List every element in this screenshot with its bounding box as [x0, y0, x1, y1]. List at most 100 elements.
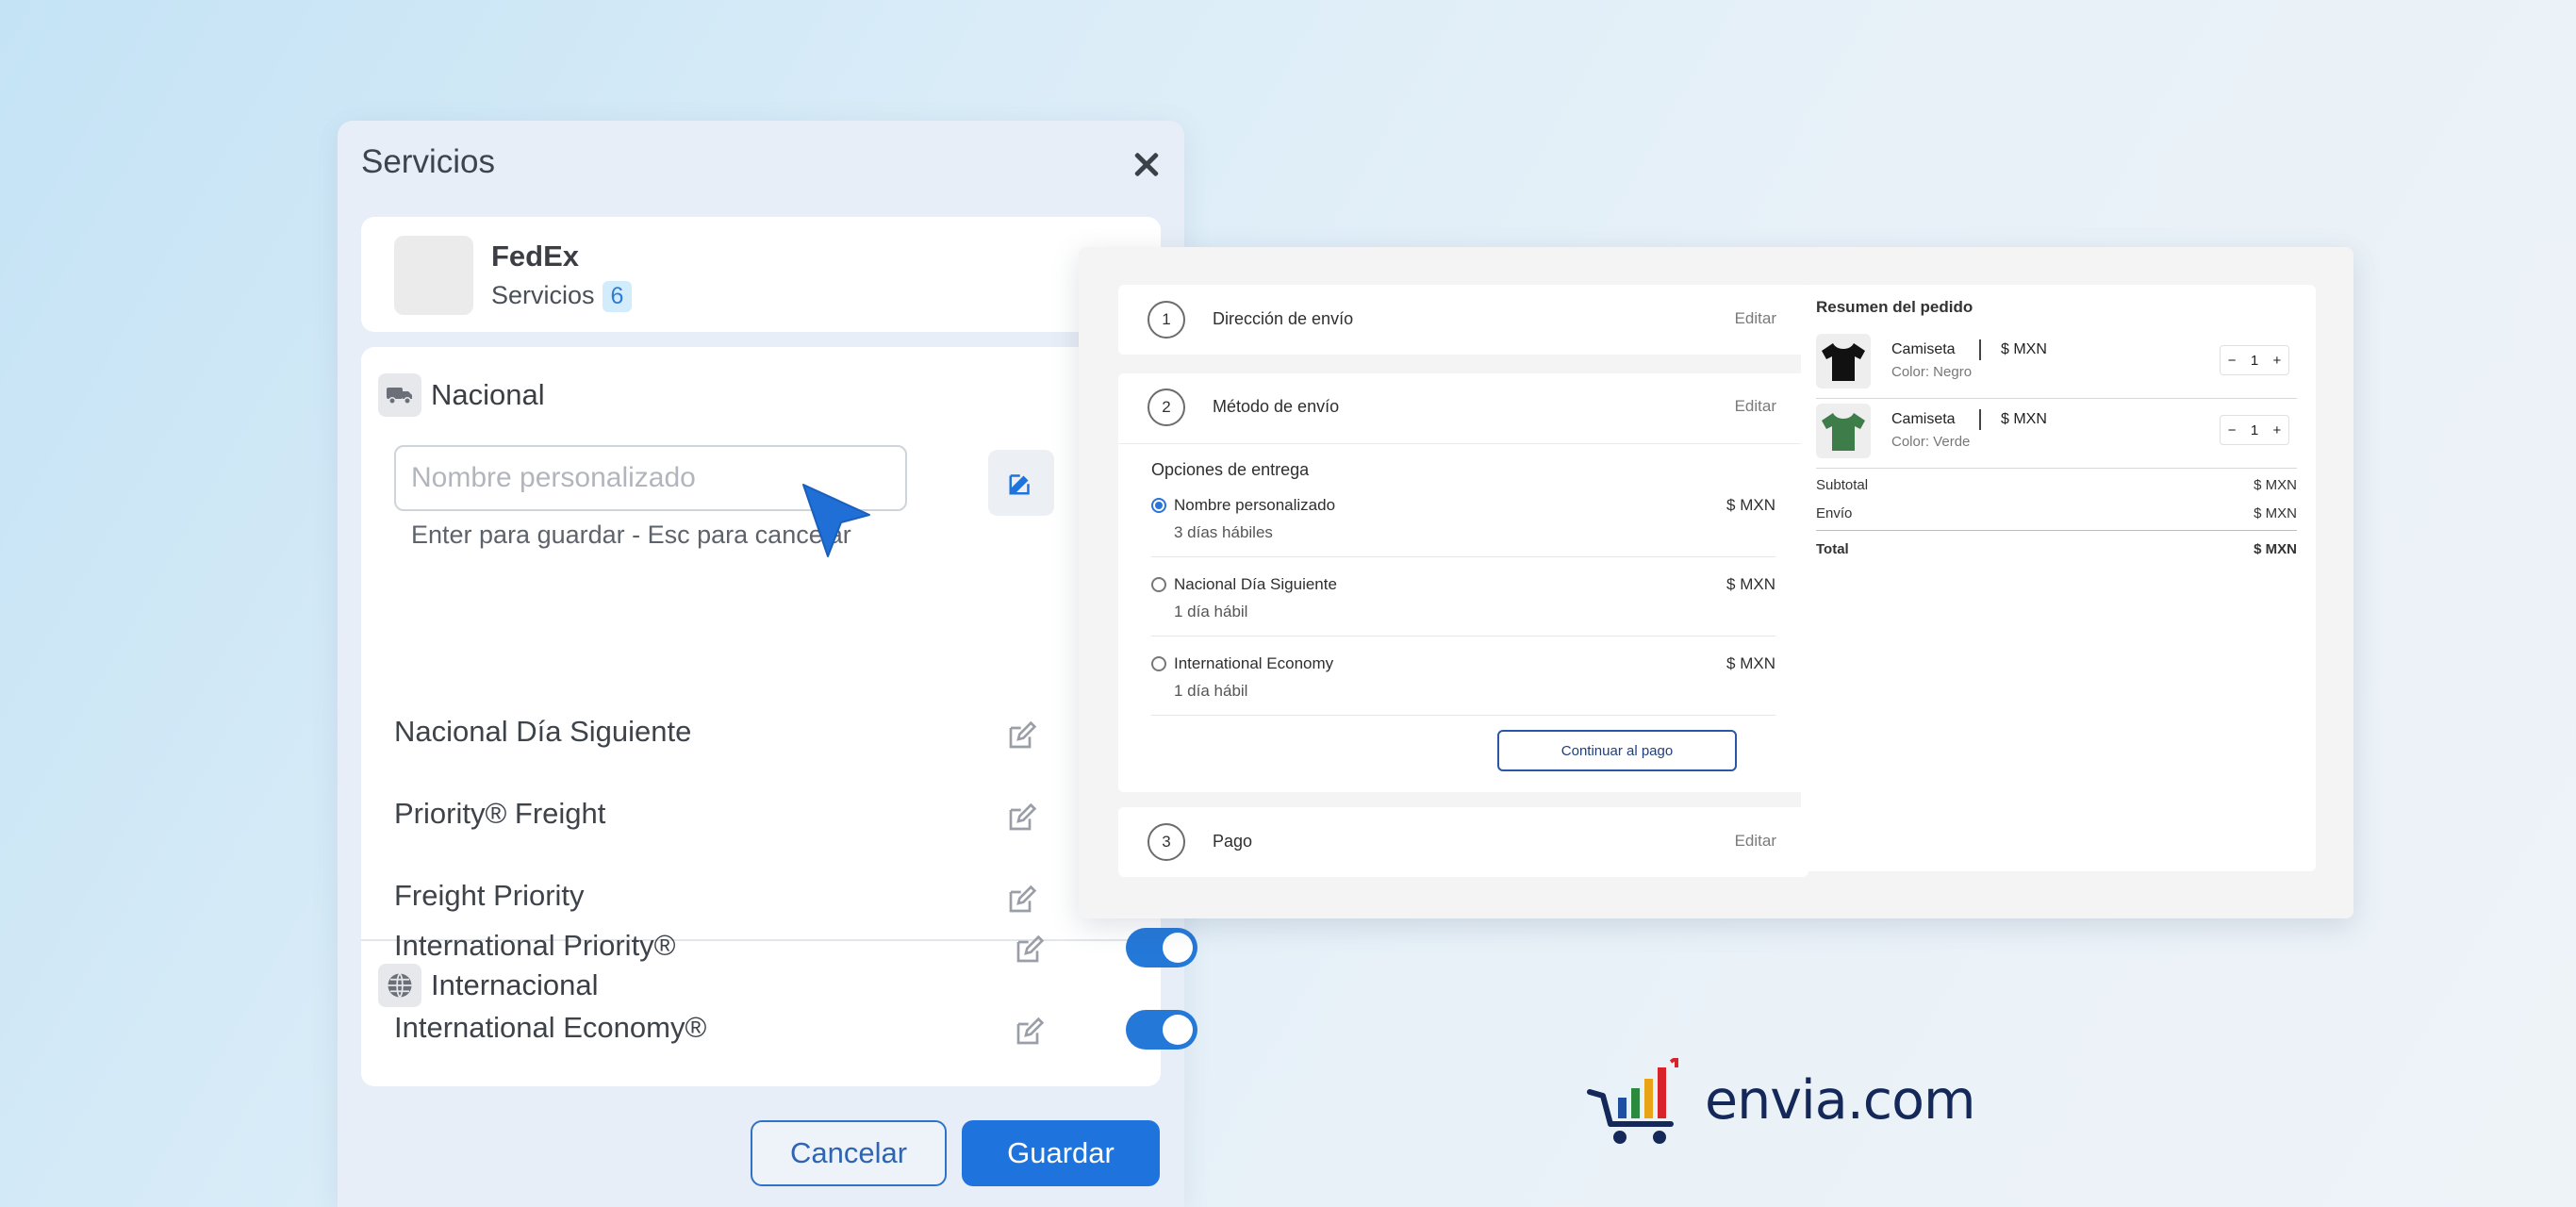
order-summary: Resumen del pedido Camiseta $ MXN Color:… [1801, 285, 2316, 871]
truck-icon [378, 373, 421, 417]
service-row-priority-freight: Priority® Freight [394, 787, 1164, 844]
step-title: Método de envío [1213, 397, 1340, 416]
service-row-freight-priority: Freight Priority [394, 869, 1164, 926]
step-edit-link[interactable]: Editar [1735, 397, 1776, 416]
service-row-nacional-dia-siguiente: Nacional Día Siguiente [394, 705, 1164, 762]
edit-icon [1009, 474, 1030, 495]
item-price: $ MXN [2001, 341, 2047, 357]
step-edit-link[interactable]: Editar [1735, 309, 1776, 328]
input-hint: Enter para guardar - Esc para cancelar [411, 521, 851, 549]
summary-item: Camiseta $ MXN Color: Verde − 1 + [1816, 404, 2301, 462]
service-toggle[interactable] [1126, 1010, 1197, 1050]
pointer-cursor-icon [802, 484, 870, 557]
services-count-badge: 6 [602, 281, 633, 312]
service-name: Nacional Día Siguiente [394, 715, 692, 748]
step-number: 2 [1148, 389, 1185, 426]
item-separator [1979, 409, 1981, 430]
step-edit-link[interactable]: Editar [1735, 832, 1776, 851]
shipping-value: $ MXN [2254, 505, 2297, 521]
section-label-nacional: Nacional [431, 378, 545, 411]
carrier-logo [394, 236, 473, 315]
option-name: International Economy [1174, 654, 1334, 672]
service-name: International Economy® [394, 1011, 707, 1044]
item-color: Color: Negro [1891, 364, 1973, 380]
radio[interactable] [1151, 577, 1166, 592]
carrier-card: FedEx Servicios 6 [361, 217, 1164, 332]
item-price: $ MXN [2001, 411, 2047, 427]
total-label: Total [1816, 541, 1849, 557]
carrier-name: FedEx [491, 240, 580, 273]
plus-icon[interactable]: + [2273, 422, 2282, 438]
summary-divider [1816, 530, 2297, 531]
edit-icon[interactable] [1007, 802, 1037, 833]
section-nacional: Nacional [378, 373, 545, 417]
plus-icon[interactable]: + [2273, 353, 2282, 369]
item-name: Camiseta [1891, 411, 1956, 427]
summary-item: Camiseta $ MXN Color: Negro − 1 + [1816, 334, 2301, 392]
step-title: Pago [1213, 832, 1253, 851]
edit-icon[interactable] [1015, 934, 1045, 965]
brand-name: envia.com [1705, 1069, 1976, 1132]
option-divider [1151, 715, 1775, 716]
subtotal-row: Subtotal $ MXN [1816, 477, 2297, 493]
total-row: Total $ MXN [1816, 541, 2297, 557]
close-icon[interactable] [1128, 145, 1165, 183]
radio[interactable] [1151, 656, 1166, 671]
option-price: $ MXN [1726, 654, 1775, 672]
continue-to-payment-button[interactable]: Continuar al pago [1497, 730, 1737, 771]
step-divider [1118, 443, 1808, 444]
step-payment: 3 Pago Editar [1118, 807, 1808, 877]
edit-icon[interactable] [1007, 720, 1037, 751]
item-name: Camiseta [1891, 341, 1956, 357]
minus-icon[interactable]: − [2228, 422, 2237, 438]
carrier-services-label: Servicios [491, 281, 595, 309]
option-name: Nacional Día Siguiente [1174, 575, 1337, 593]
quantity-stepper[interactable]: − 1 + [2220, 415, 2289, 445]
quantity-stepper[interactable]: − 1 + [2220, 345, 2289, 375]
option-divider [1151, 636, 1775, 637]
service-row-international-priority: International Priority® [394, 919, 1197, 976]
service-name: Freight Priority [394, 879, 585, 912]
edit-icon[interactable] [1007, 885, 1037, 915]
subtotal-value: $ MXN [2254, 477, 2297, 493]
step-title: Dirección de envío [1213, 309, 1354, 328]
option-price: $ MXN [1726, 496, 1775, 514]
option-days: 3 días hábiles [1174, 523, 1273, 541]
edit-active-button[interactable] [988, 450, 1054, 516]
item-color: Color: Verde [1891, 434, 1971, 450]
summary-divider [1816, 468, 2297, 469]
delivery-options-heading: Opciones de entrega [1151, 460, 1310, 479]
shipping-row: Envío $ MXN [1816, 505, 2297, 521]
subtotal-label: Subtotal [1816, 477, 1869, 493]
carrier-services: Servicios 6 [491, 281, 633, 312]
service-name: Priority® Freight [394, 797, 606, 830]
summary-divider [1816, 398, 2297, 399]
tshirt-thumbnail [1816, 334, 1871, 389]
modal-title: Servicios [361, 143, 495, 180]
option-price: $ MXN [1726, 575, 1775, 593]
option-days: 1 día hábil [1174, 603, 1248, 620]
order-summary-title: Resumen del pedido [1816, 298, 1973, 316]
service-name: International Priority® [394, 929, 676, 962]
step-number: 1 [1148, 301, 1185, 339]
envia-logo: envia.com [1586, 1054, 1976, 1152]
save-button[interactable]: Guardar [962, 1120, 1160, 1186]
tshirt-thumbnail [1816, 404, 1871, 458]
edit-icon[interactable] [1015, 1017, 1045, 1047]
step-number: 3 [1148, 823, 1185, 861]
total-value: $ MXN [2254, 541, 2297, 557]
service-row-international-economy: International Economy® [394, 1001, 1197, 1058]
quantity-value: 1 [2250, 422, 2259, 438]
service-toggle[interactable] [1126, 928, 1197, 967]
radio-selected[interactable] [1151, 498, 1166, 513]
option-divider [1151, 556, 1775, 557]
option-name: Nombre personalizado [1174, 496, 1336, 514]
services-modal: Servicios FedEx Servicios6 Nacional Ente… [338, 121, 1197, 1207]
minus-icon[interactable]: − [2228, 353, 2237, 369]
checkout-preview: 1 Dirección de envío Editar 2 Método de … [1079, 247, 2353, 918]
cancel-button[interactable]: Cancelar [751, 1120, 947, 1186]
item-separator [1979, 339, 1981, 360]
option-days: 1 día hábil [1174, 682, 1248, 700]
quantity-value: 1 [2250, 352, 2259, 369]
cart-logo-icon [1587, 1054, 1678, 1144]
